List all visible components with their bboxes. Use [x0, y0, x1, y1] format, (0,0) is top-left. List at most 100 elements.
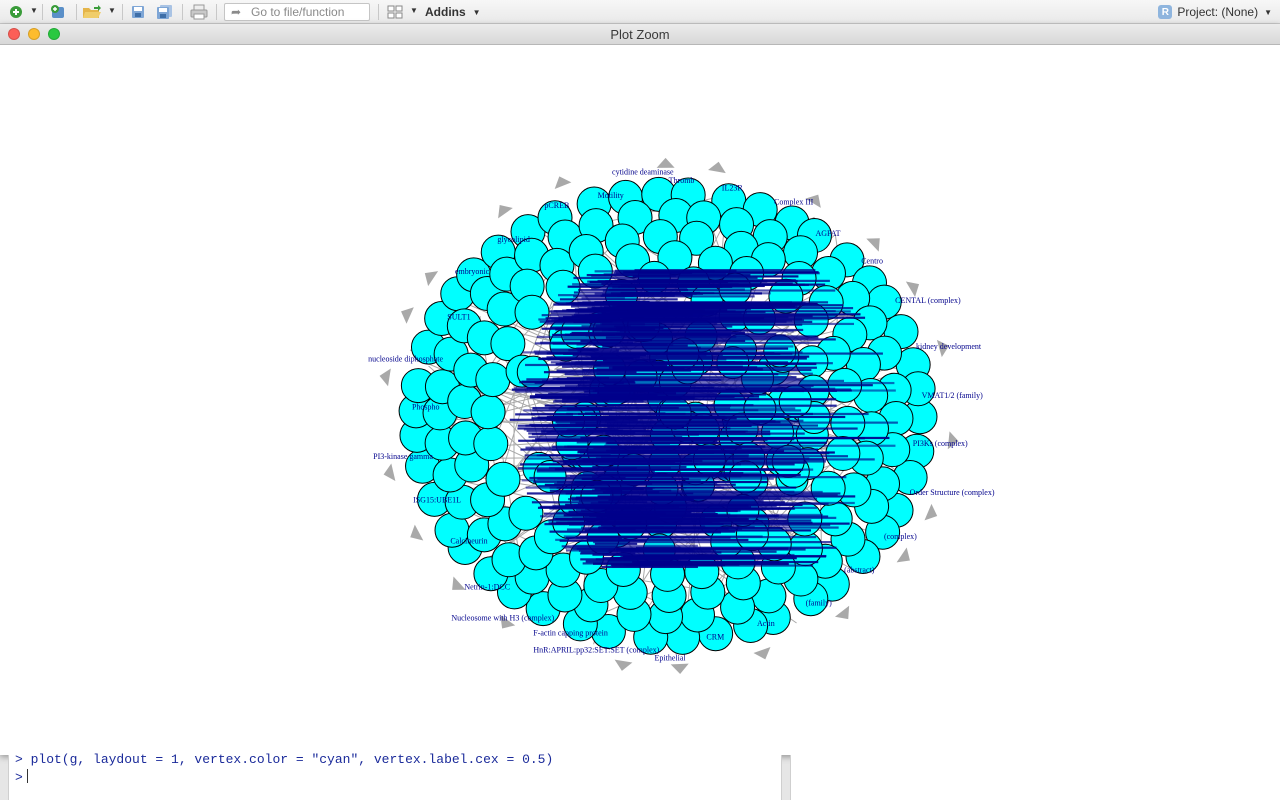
save-button[interactable] [128, 3, 148, 21]
overlapping-label-text [585, 427, 858, 430]
grid-layout-icon [387, 5, 403, 19]
vertex-label: CRM [706, 632, 724, 641]
toolbar-divider [182, 4, 183, 20]
open-file-button[interactable] [80, 3, 104, 21]
edge-arrowhead [924, 503, 938, 521]
overlapping-label-text [582, 376, 797, 379]
overlapping-label-text [554, 399, 609, 402]
overlapping-label-text [578, 450, 672, 453]
overlapping-label-text [578, 549, 716, 552]
vertex-label: F-actin capping protein [533, 628, 608, 637]
save-icon [132, 6, 144, 18]
edge-arrowhead [905, 281, 920, 298]
vertex-label: embryonic [455, 267, 490, 276]
overlapping-label-text [515, 413, 574, 416]
overlapping-label-text [548, 519, 812, 522]
graph-vertex [514, 294, 550, 330]
graph-vertex [470, 394, 506, 430]
edge-arrowhead [896, 547, 910, 563]
console-prompt-line[interactable]: > [15, 769, 28, 785]
printer-icon [190, 4, 208, 20]
pane-layout-button[interactable] [384, 3, 406, 21]
vertex-label: Actin [757, 619, 775, 628]
graph-vertex [475, 362, 511, 398]
overlapping-label-text [572, 544, 698, 547]
vertex-label: Phospho [412, 403, 440, 412]
plot-zoom-window: Plot Zoom HnR:APRIL:pp32:SET:SET (comple… [0, 24, 1280, 755]
new-file-button[interactable] [4, 3, 28, 21]
chevron-down-icon[interactable]: ▼ [108, 6, 116, 15]
overlapping-label-text [610, 446, 742, 450]
arrow-right-icon: ➦ [231, 5, 242, 19]
r-project-icon: R [1158, 5, 1173, 19]
overlapping-label-text [576, 441, 648, 444]
overlapping-label-text [608, 328, 804, 332]
edge-arrowhead [834, 605, 850, 620]
overlapping-label-text [607, 418, 749, 421]
text-cursor [26, 769, 28, 783]
overlapping-label-text [608, 366, 817, 369]
overlapping-label-text [584, 529, 812, 532]
vertex-label: VMAT1/2 (family) [922, 391, 983, 400]
vertex-label: cytidine deaminase [612, 168, 674, 177]
chevron-down-icon: ▼ [472, 7, 481, 17]
toolbar-divider [122, 4, 123, 20]
chevron-down-icon[interactable]: ▼ [410, 6, 418, 15]
vertex-label: HnR:APRIL:pp32:SET:SET (complex) [533, 646, 659, 655]
vertex-label: Nucleosome with H3 (complex) [451, 613, 554, 622]
project-menu[interactable]: R Project: (None) ▼ [1158, 3, 1272, 21]
vertex-label: PI3Ks (complex) [913, 439, 968, 448]
overlapping-label-text [511, 388, 689, 391]
edge-arrowhead [614, 659, 633, 671]
r-console[interactable]: > plot(g, laydout = 1, vertex.color = "c… [8, 752, 782, 800]
overlapping-label-text [550, 348, 599, 351]
project-label: Project: (None) [1177, 5, 1259, 19]
overlapping-label-text [540, 463, 741, 466]
overlapping-label-text [548, 521, 713, 525]
overlapping-label-text [610, 564, 726, 567]
vertex-label: pCREB [544, 201, 569, 210]
overlapping-label-text [554, 482, 602, 485]
vertex-label: kidney development [916, 342, 982, 351]
toolbar-divider [76, 4, 77, 20]
edge-arrowhead [383, 463, 396, 482]
overlapping-label-text [602, 556, 756, 560]
goto-file-function-input[interactable]: ➦ Go to file/function [224, 3, 370, 21]
vertex-label: IL23R [722, 184, 744, 193]
print-button[interactable] [188, 3, 210, 21]
addins-menu[interactable]: Addins ▼ [425, 3, 481, 21]
edge-arrowhead [498, 205, 513, 219]
overlapping-label-text [601, 509, 738, 513]
overlapping-label-text [597, 392, 677, 395]
overlapping-label-text [548, 407, 796, 410]
overlapping-label-text [578, 412, 869, 416]
overlapping-label-text [571, 361, 735, 364]
overlapping-label-text [563, 338, 836, 341]
network-graph-canvas: HnR:APRIL:pp32:SET:SET (complex) F-actin … [368, 157, 995, 674]
overlapping-label-text [614, 307, 854, 310]
overlapping-label-text [529, 476, 626, 480]
vertex-label: Complex III [774, 198, 814, 207]
overlapping-label-text [552, 506, 642, 509]
overlapping-label-text [528, 432, 636, 435]
overlapping-label-text [608, 404, 837, 407]
overlapping-label-text [581, 297, 625, 300]
overlapping-label-text [540, 341, 633, 344]
overlapping-label-text [605, 336, 819, 339]
overlapping-label-text [570, 421, 656, 424]
overlapping-label-text [585, 294, 634, 297]
new-project-button[interactable] [48, 3, 70, 21]
chevron-down-icon[interactable]: ▼ [30, 6, 38, 15]
window-titlebar[interactable]: Plot Zoom [0, 24, 1280, 45]
edge-arrowhead [379, 368, 391, 387]
vertex-label: AGPAT [815, 229, 840, 238]
vertex-label: Motility [598, 191, 624, 200]
edge-arrowhead [708, 161, 726, 174]
overlapping-label-text [577, 310, 628, 313]
graph-vertex [473, 426, 509, 462]
plus-circle-icon [10, 6, 22, 18]
save-all-button[interactable] [154, 3, 176, 21]
overlapping-label-text [583, 460, 826, 463]
vertex-label: (abstract) [844, 566, 875, 575]
vertex-label: (complex) [884, 532, 917, 541]
